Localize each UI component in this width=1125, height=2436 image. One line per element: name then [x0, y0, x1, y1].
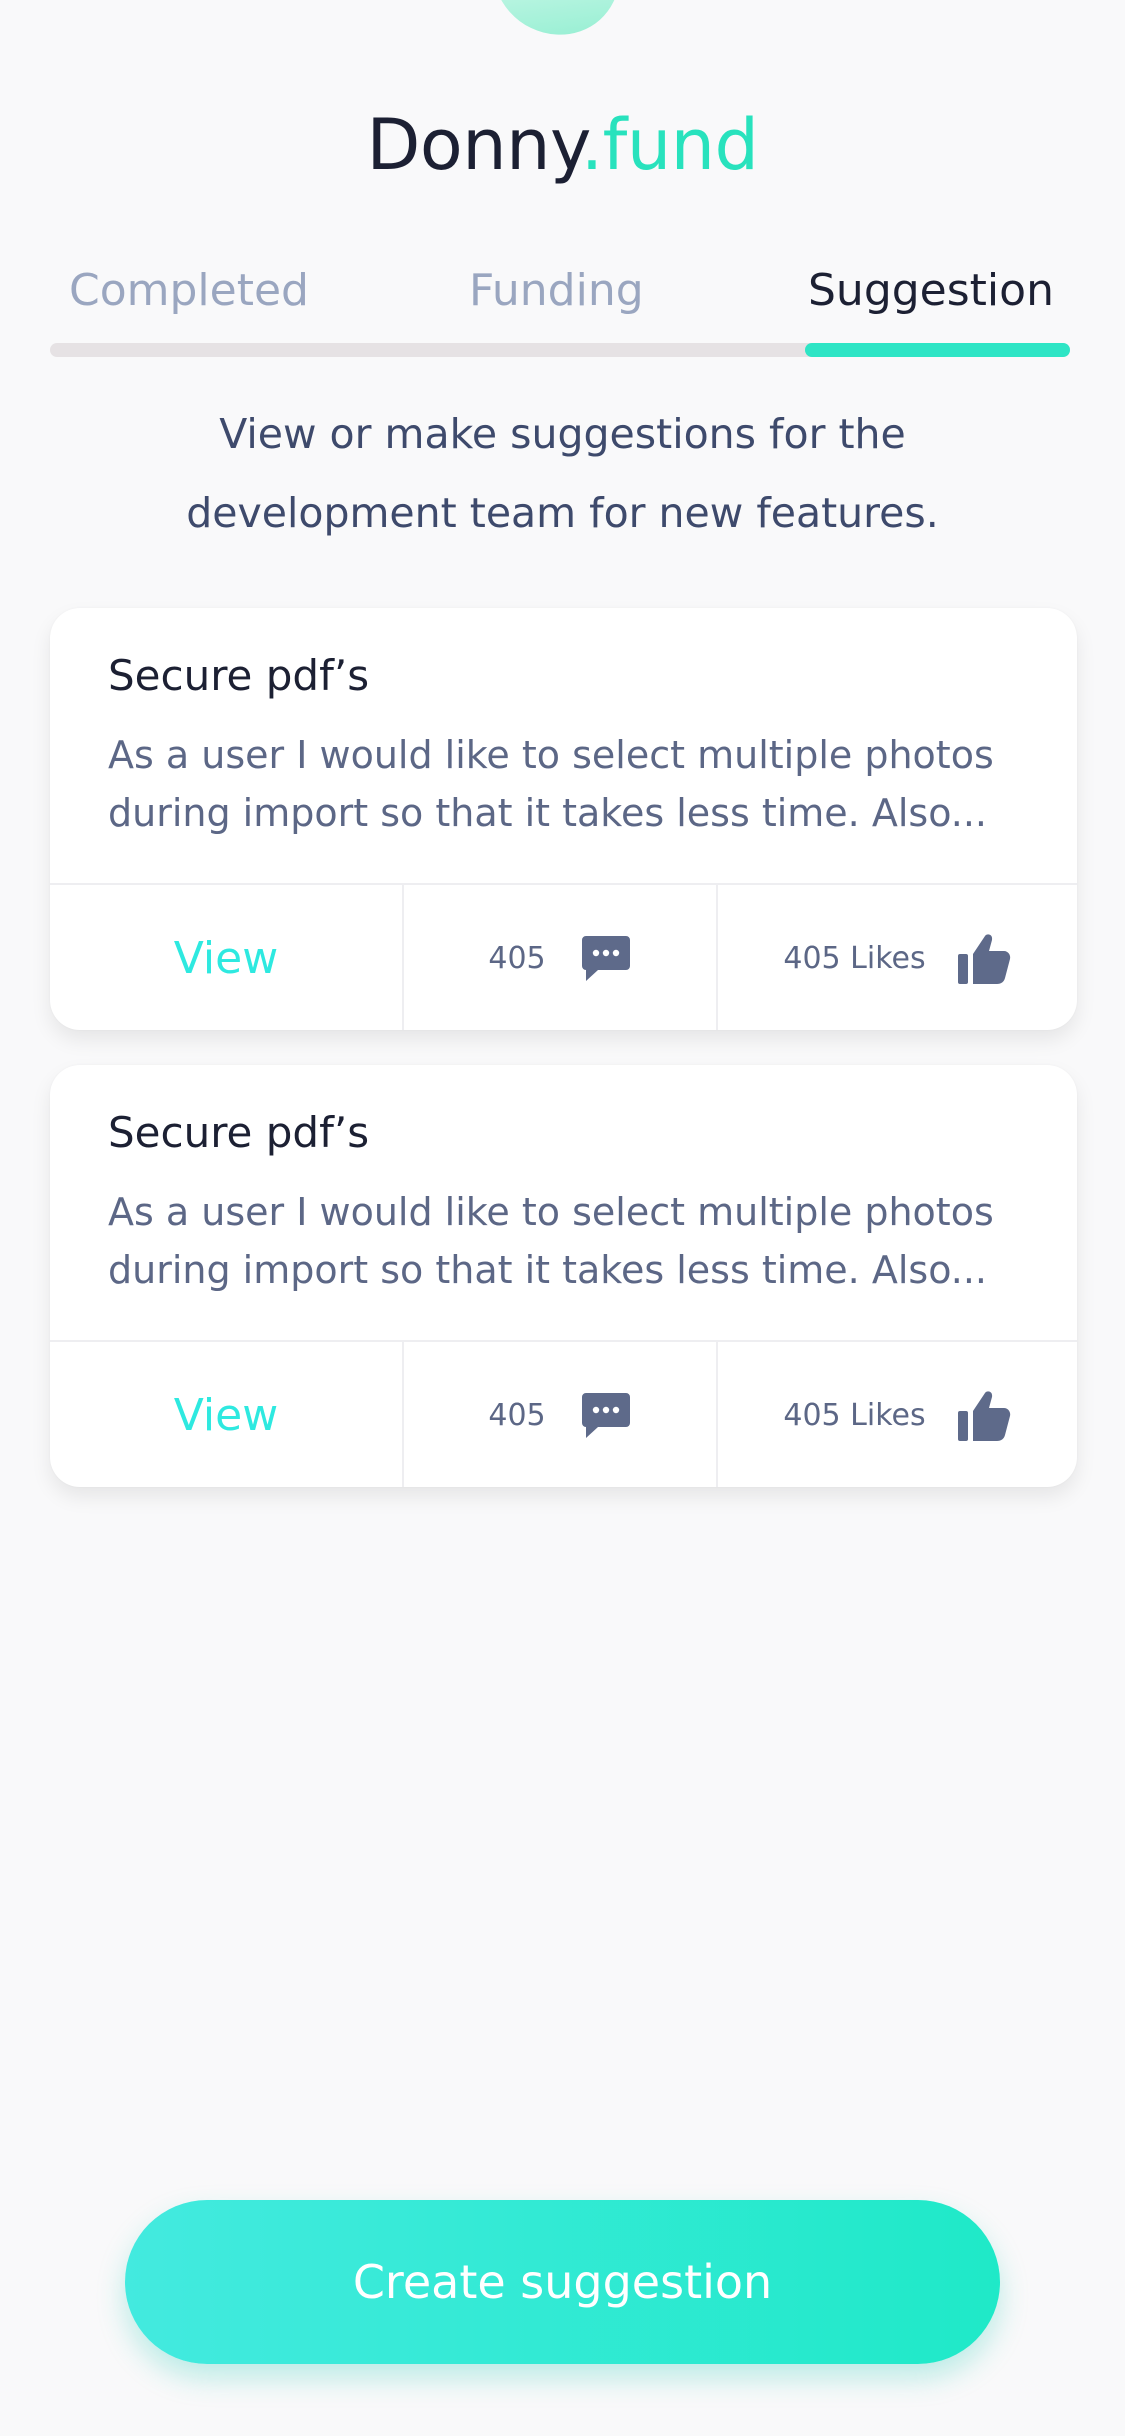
brand-logo: Donny.fund	[0, 100, 1125, 190]
comment-count: 405	[488, 941, 546, 976]
description-line: As a user I would like to select multipl…	[108, 733, 994, 777]
likes-action[interactable]: 405 Likes	[718, 1342, 1077, 1487]
comment-icon	[580, 934, 632, 984]
card-title: Secure pdf’s	[108, 1108, 370, 1157]
brand-accent: .fund	[580, 104, 759, 186]
page-description: View or make suggestions for the develop…	[100, 395, 1025, 553]
tab-active-indicator	[805, 343, 1070, 357]
comment-icon	[580, 1391, 632, 1441]
likes-action[interactable]: 405 Likes	[718, 885, 1077, 1030]
thumbs-up-icon	[956, 932, 1012, 986]
card-title: Secure pdf’s	[108, 651, 370, 700]
likes-count: 405 Likes	[783, 941, 926, 976]
card-actions: View 405 405 Likes	[50, 1340, 1077, 1487]
view-button[interactable]: View	[50, 1342, 404, 1487]
likes-count: 405 Likes	[783, 1398, 926, 1433]
tab-funding[interactable]: Funding	[469, 262, 644, 320]
brand-name: Donny	[366, 104, 582, 186]
description-line: development team for new features.	[186, 489, 939, 537]
tab-bar: Completed Funding Suggestion	[50, 262, 1070, 320]
description-line: during import so that it takes less time…	[108, 791, 988, 835]
tab-completed[interactable]: Completed	[69, 262, 309, 320]
view-button[interactable]: View	[50, 885, 404, 1030]
card-description: As a user I would like to select multipl…	[108, 726, 1058, 842]
suggestion-card: Secure pdf’s As a user I would like to s…	[50, 608, 1077, 1030]
comments-action[interactable]: 405	[404, 1342, 718, 1487]
card-actions: View 405 405 Likes	[50, 883, 1077, 1030]
thumbs-up-icon	[956, 1389, 1012, 1443]
decorative-blob	[492, 0, 627, 44]
description-line: during import so that it takes less time…	[108, 1248, 988, 1292]
card-description: As a user I would like to select multipl…	[108, 1183, 1058, 1299]
description-line: As a user I would like to select multipl…	[108, 1190, 994, 1234]
tab-suggestion[interactable]: Suggestion	[808, 262, 1054, 320]
create-suggestion-button[interactable]: Create suggestion	[125, 2200, 1000, 2364]
suggestion-card: Secure pdf’s As a user I would like to s…	[50, 1065, 1077, 1487]
comments-action[interactable]: 405	[404, 885, 718, 1030]
comment-count: 405	[488, 1398, 546, 1433]
description-line: View or make suggestions for the	[219, 410, 906, 458]
